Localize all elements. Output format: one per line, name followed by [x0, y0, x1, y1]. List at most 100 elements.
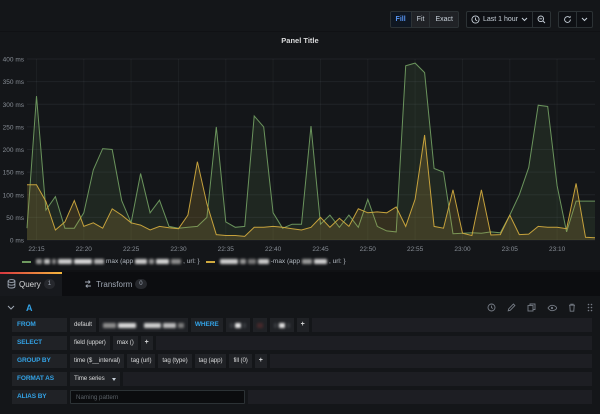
group-by-tag-app[interactable]: tag (app)	[194, 354, 227, 368]
group-by-fill[interactable]: fill (0)	[229, 354, 252, 368]
svg-text:22:50: 22:50	[360, 246, 377, 253]
row-filler	[248, 390, 592, 404]
where-condition-1[interactable]	[225, 318, 250, 332]
refresh-button[interactable]	[559, 12, 576, 27]
query-history-icon[interactable]	[487, 303, 496, 312]
refresh-icon	[563, 15, 572, 24]
select-row: SELECT field (upper) max () +	[12, 336, 592, 350]
tab-transform[interactable]: Transform 0	[76, 272, 154, 296]
group-by-label: GROUP BY	[12, 354, 67, 368]
svg-text:22:45: 22:45	[312, 246, 329, 253]
select-aggregation[interactable]: max ()	[112, 336, 138, 350]
time-range-button[interactable]: Last 1 hour	[467, 12, 532, 27]
svg-text:350 ms: 350 ms	[3, 79, 25, 86]
group-by-tag-url[interactable]: tag (url)	[127, 354, 156, 368]
svg-text:22:35: 22:35	[218, 246, 235, 253]
svg-text:300 ms: 300 ms	[3, 102, 25, 109]
row-filler	[155, 336, 592, 350]
exact-button[interactable]: Exact	[430, 12, 458, 27]
select-label: SELECT	[12, 336, 67, 350]
panel-title[interactable]: Panel Title	[0, 32, 600, 50]
chart-legend: max (app , url: } -max (app , url: }	[22, 256, 596, 267]
query-rows: FROM default WHERE + SELECT field (upper…	[12, 318, 592, 408]
select-field[interactable]: field (upper)	[70, 336, 110, 350]
clock-icon	[471, 15, 480, 24]
zoom-out-button[interactable]	[533, 12, 550, 27]
format-as-label: FORMAT AS	[12, 372, 67, 386]
time-picker: Last 1 hour	[465, 11, 551, 28]
series-b-label[interactable]: -max (app	[271, 258, 300, 265]
alias-by-label: ALIAS BY	[12, 390, 67, 404]
time-range-label: Last 1 hour	[482, 16, 518, 23]
svg-text:23:10: 23:10	[549, 246, 566, 253]
query-count-badge: 1	[43, 279, 56, 289]
format-as-select[interactable]: Time series	[70, 372, 120, 386]
transform-icon	[83, 279, 93, 289]
svg-text:100 ms: 100 ms	[3, 192, 25, 199]
svg-text:23:00: 23:00	[454, 246, 471, 253]
transform-count-badge: 0	[135, 279, 147, 289]
duplicate-icon[interactable]	[527, 303, 536, 312]
select-add-button[interactable]: +	[140, 336, 153, 350]
row-filler	[269, 354, 592, 368]
from-policy[interactable]: default	[70, 318, 96, 332]
series-a-label-suffix[interactable]: , url: }	[183, 258, 200, 265]
drag-handle-icon[interactable]	[587, 303, 593, 312]
where-condition-2[interactable]	[252, 318, 267, 332]
zoom-out-icon	[537, 15, 546, 24]
format-as-value: Time series	[74, 375, 105, 382]
panel-size-toggle: Fill Fit Exact	[389, 11, 459, 28]
group-by-row: GROUP BY time ($__interval) tag (url) ta…	[12, 354, 592, 368]
edit-icon[interactable]	[507, 303, 516, 312]
svg-text:400 ms: 400 ms	[3, 57, 25, 64]
where-label: WHERE	[190, 318, 223, 332]
tab-transform-label: Transform	[96, 279, 133, 289]
svg-text:22:20: 22:20	[76, 246, 93, 253]
chevron-down-icon	[7, 305, 15, 310]
grafana-panel-editor: Fill Fit Exact Last 1 hour Panel Title 2…	[0, 0, 600, 414]
database-icon	[7, 279, 16, 289]
query-ref-id: A	[26, 302, 33, 313]
svg-text:250 ms: 250 ms	[3, 124, 25, 131]
time-series-chart[interactable]: 22:15 22:20 22:25 22:30 22:35 22:40 22:45 22:50…	[0, 50, 600, 256]
eye-icon[interactable]	[547, 304, 557, 312]
fill-button[interactable]: Fill	[390, 12, 412, 27]
group-by-add-button[interactable]: +	[254, 354, 267, 368]
row-filler	[122, 372, 592, 386]
tab-query-label: Query	[19, 279, 41, 289]
svg-text:22:30: 22:30	[170, 246, 187, 253]
chevron-down-icon	[111, 377, 116, 381]
series-a-swatch[interactable]	[22, 260, 31, 263]
series-a-label[interactable]: max (app	[106, 258, 133, 265]
chevron-down-icon	[581, 17, 588, 22]
editor-tabs: Query 1 Transform 0	[0, 272, 600, 296]
where-condition-3[interactable]	[269, 318, 294, 332]
query-row-header[interactable]: A	[7, 300, 593, 315]
svg-text:22:25: 22:25	[123, 246, 140, 253]
trash-icon[interactable]	[568, 303, 576, 312]
from-row: FROM default WHERE +	[12, 318, 592, 332]
refresh-button-group	[558, 11, 593, 28]
svg-text:150 ms: 150 ms	[3, 170, 25, 177]
tab-query[interactable]: Query 1	[0, 272, 63, 296]
chevron-down-icon	[521, 17, 528, 22]
refresh-interval-dropdown[interactable]	[577, 12, 592, 27]
where-add-button[interactable]: +	[296, 318, 309, 332]
svg-text:200 ms: 200 ms	[3, 147, 25, 154]
series-b-label-suffix[interactable]: , url: }	[329, 258, 346, 265]
fit-button[interactable]: Fit	[412, 12, 431, 27]
series-b-swatch[interactable]	[205, 260, 215, 263]
format-as-row: FORMAT AS Time series	[12, 372, 592, 386]
svg-text:23:05: 23:05	[502, 246, 519, 253]
panel-preview: Panel Title 22:15 22:20 22:25 22:30 22:35 22:…	[0, 32, 600, 270]
alias-by-input[interactable]	[70, 390, 245, 404]
display-options-toolbar: Fill Fit Exact Last 1 hour	[0, 0, 600, 31]
group-by-tag-type[interactable]: tag (type)	[158, 354, 192, 368]
from-label: FROM	[12, 318, 67, 332]
alias-by-row: ALIAS BY	[12, 390, 592, 404]
from-measurement[interactable]	[98, 318, 188, 332]
svg-text:22:55: 22:55	[407, 246, 424, 253]
svg-text:0 ms: 0 ms	[10, 238, 25, 245]
query-editor: A FROM default WHERE + SELECT field (upp…	[0, 296, 600, 414]
group-by-time[interactable]: time ($__interval)	[70, 354, 124, 368]
